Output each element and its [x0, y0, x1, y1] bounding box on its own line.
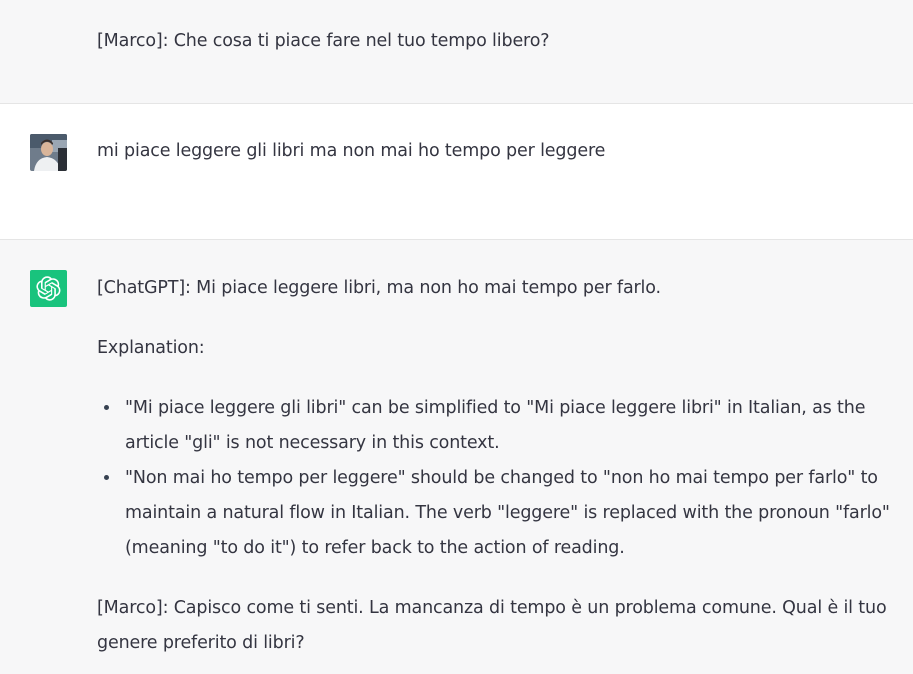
- message-text: mi piace leggere gli libri ma non mai ho…: [97, 141, 606, 161]
- assistant-avatar: [30, 270, 67, 307]
- list-item: "Mi piace leggere gli libri" can be simp…: [97, 391, 890, 461]
- list-item-line: maintain a natural flow in Italian. The …: [125, 503, 890, 523]
- bullet-dot-icon: [104, 405, 109, 410]
- bullet-dot-icon: [104, 475, 109, 480]
- openai-logo-icon: [36, 276, 61, 301]
- explanation-heading: Explanation:: [97, 338, 205, 358]
- assistant-message-1: [Marco]: Che cosa ti piace fare nel tuo …: [0, 0, 913, 103]
- reply-text-line-2: genere preferito di libri?: [97, 633, 305, 653]
- user-avatar: [30, 134, 67, 171]
- list-item-line: "Non mai ho tempo per leggere" should be…: [125, 468, 878, 488]
- message-text: [Marco]: Che cosa ti piace fare nel tuo …: [97, 31, 550, 51]
- reply-text-line-1: [Marco]: Capisco come ti senti. La manca…: [97, 598, 887, 618]
- assistant-message-2: [ChatGPT]: Mi piace leggere libri, ma no…: [0, 240, 913, 674]
- list-item-line: article "gli" is not necessary in this c…: [125, 433, 500, 453]
- list-item-line: (meaning "to do it") to refer back to th…: [125, 538, 625, 558]
- user-message: mi piace leggere gli libri ma non mai ho…: [0, 104, 913, 239]
- user-photo-avatar: [30, 134, 67, 171]
- list-item-line: "Mi piace leggere gli libri" can be simp…: [125, 398, 866, 418]
- correction-text: [ChatGPT]: Mi piace leggere libri, ma no…: [97, 278, 661, 298]
- explanation-list: "Mi piace leggere gli libri" can be simp…: [97, 391, 890, 566]
- list-item: "Non mai ho tempo per leggere" should be…: [97, 461, 890, 566]
